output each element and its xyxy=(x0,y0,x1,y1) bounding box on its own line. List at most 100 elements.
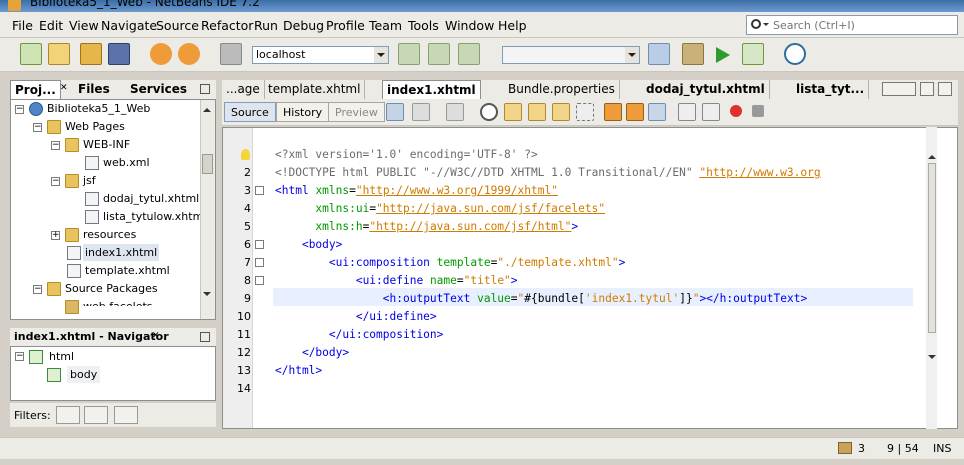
preview-view-button[interactable]: Preview xyxy=(328,102,385,122)
menu-help[interactable]: Help xyxy=(498,18,527,33)
tab-lista[interactable]: lista_tyt... xyxy=(792,80,870,99)
fold-icon[interactable] xyxy=(255,258,264,267)
menu-navigate[interactable]: Navigate xyxy=(101,18,157,33)
collapse-icon[interactable]: − xyxy=(15,105,24,114)
tab-index1[interactable]: index1.xhtml xyxy=(382,80,481,99)
tree-item-web-inf[interactable]: WEB-INF xyxy=(83,136,130,153)
minimize-icon[interactable] xyxy=(200,332,210,342)
collapse-icon[interactable]: − xyxy=(33,285,42,294)
refresh-icon[interactable] xyxy=(458,43,480,65)
menu-source[interactable]: Source xyxy=(156,18,199,33)
forward-icon[interactable] xyxy=(446,103,464,121)
tab-template[interactable]: template.xhtml xyxy=(264,80,366,99)
filter-button[interactable] xyxy=(114,406,138,424)
nav-item-html[interactable]: html xyxy=(49,348,74,365)
scroll-thumb[interactable] xyxy=(202,154,213,174)
collapse-icon[interactable]: − xyxy=(51,141,60,150)
tree-item-source-packages[interactable]: Source Packages xyxy=(65,280,158,297)
close-icon[interactable]: ✕ xyxy=(152,331,160,341)
undo-icon[interactable] xyxy=(150,43,172,65)
minimize-icon[interactable] xyxy=(200,84,210,94)
tree-scrollbar[interactable] xyxy=(200,100,215,319)
find-icon[interactable] xyxy=(480,103,498,121)
run-icon[interactable] xyxy=(716,47,730,63)
notification-icon[interactable] xyxy=(838,442,852,454)
chevron-down-icon[interactable] xyxy=(920,82,934,96)
collapse-icon[interactable]: − xyxy=(51,177,60,186)
editor-scrollbar[interactable] xyxy=(926,127,937,429)
tab-scroll-buttons[interactable] xyxy=(882,82,916,96)
menu-team[interactable]: Team xyxy=(369,18,402,33)
tab-overflow[interactable]: ...age xyxy=(222,80,265,99)
close-icon[interactable]: ✕ xyxy=(60,83,68,93)
collapse-icon[interactable]: − xyxy=(33,123,42,132)
scroll-down-icon[interactable] xyxy=(203,292,211,300)
tree-item-resources[interactable]: resources xyxy=(83,226,136,243)
tab-projects[interactable]: Proj... xyxy=(10,80,61,99)
next-bookmark-icon[interactable] xyxy=(626,103,644,121)
collapse-icon[interactable]: − xyxy=(15,352,24,361)
configuration-select[interactable] xyxy=(502,46,640,64)
tab-services[interactable]: Services xyxy=(126,80,191,99)
tree-item-lista-tytulow[interactable]: lista_tytulow.xhtm xyxy=(103,208,203,225)
tree-item-project[interactable]: Biblioteka5_1_Web xyxy=(47,100,150,117)
tree-item-jsf[interactable]: jsf xyxy=(83,172,96,189)
tree-item-web-xml[interactable]: web.xml xyxy=(103,154,150,171)
menu-file[interactable]: File xyxy=(12,18,33,33)
menu-run[interactable]: Run xyxy=(254,18,278,33)
rect-select-icon[interactable] xyxy=(576,103,594,121)
hint-bulb-icon[interactable] xyxy=(241,149,250,160)
open-project-icon[interactable] xyxy=(80,43,102,65)
filter-button[interactable] xyxy=(56,406,80,424)
tab-files[interactable]: Files xyxy=(74,80,114,99)
tree-item-web-pages[interactable]: Web Pages xyxy=(65,118,125,135)
tab-bundle[interactable]: Bundle.properties xyxy=(504,80,620,99)
menu-window[interactable]: Window xyxy=(445,18,494,33)
scroll-thumb[interactable] xyxy=(928,163,936,333)
scroll-down-icon[interactable] xyxy=(928,355,936,363)
tree-item-dodaj-tytul[interactable]: dodaj_tytul.xhtml xyxy=(103,190,199,207)
back-icon[interactable] xyxy=(412,103,430,121)
fold-icon[interactable] xyxy=(255,186,264,195)
record-macro-icon[interactable] xyxy=(730,105,742,117)
stop-macro-icon[interactable] xyxy=(752,105,764,117)
prev-bookmark-icon[interactable] xyxy=(604,103,622,121)
find-previous-icon[interactable] xyxy=(504,103,522,121)
fold-icon[interactable] xyxy=(255,240,264,249)
remove-icon[interactable] xyxy=(428,43,450,65)
expand-icon[interactable]: + xyxy=(51,231,60,240)
menu-refactor[interactable]: Refactor xyxy=(201,18,253,33)
tree-item-template[interactable]: template.xhtml xyxy=(85,262,170,279)
find-next-icon[interactable] xyxy=(528,103,546,121)
menu-profile[interactable]: Profile xyxy=(326,18,365,33)
minimize-icon[interactable] xyxy=(938,82,952,96)
redo-icon[interactable] xyxy=(178,43,200,65)
history-view-button[interactable]: History xyxy=(276,102,330,122)
new-file-icon[interactable] xyxy=(20,43,42,65)
toggle-highlight-icon[interactable] xyxy=(552,103,570,121)
save-all-icon[interactable] xyxy=(108,43,130,65)
shift-right-icon[interactable] xyxy=(702,103,720,121)
tree-item-index1[interactable]: index1.xhtml xyxy=(83,244,160,261)
nav-item-body[interactable]: body xyxy=(67,366,101,383)
toggle-bookmark-icon[interactable] xyxy=(648,103,666,121)
search-box[interactable] xyxy=(746,15,958,35)
menu-edit[interactable]: Edit xyxy=(39,18,63,33)
source-view-button[interactable]: Source xyxy=(224,102,276,122)
scroll-up-icon[interactable] xyxy=(928,151,936,159)
menu-debug[interactable]: Debug xyxy=(283,18,324,33)
code-editor[interactable]: 1 2 3 4 5 6 7 8 9 10 11 12 13 14 <?xml v… xyxy=(222,127,958,429)
tree-item-package[interactable]: web.facelets xyxy=(83,298,153,306)
search-input[interactable] xyxy=(773,17,953,33)
scroll-up-icon[interactable] xyxy=(203,104,211,112)
tab-dodaj-tytul[interactable]: dodaj_tytul.xhtml xyxy=(642,80,770,99)
shift-left-icon[interactable] xyxy=(678,103,696,121)
profile-icon[interactable] xyxy=(784,43,806,65)
fold-icon[interactable] xyxy=(255,276,264,285)
last-edit-icon[interactable] xyxy=(386,103,404,121)
filter-button[interactable] xyxy=(84,406,108,424)
add-icon[interactable] xyxy=(398,43,420,65)
build-icon[interactable] xyxy=(648,43,670,65)
clean-build-icon[interactable] xyxy=(682,43,704,65)
server-select[interactable]: localhost xyxy=(252,46,389,64)
